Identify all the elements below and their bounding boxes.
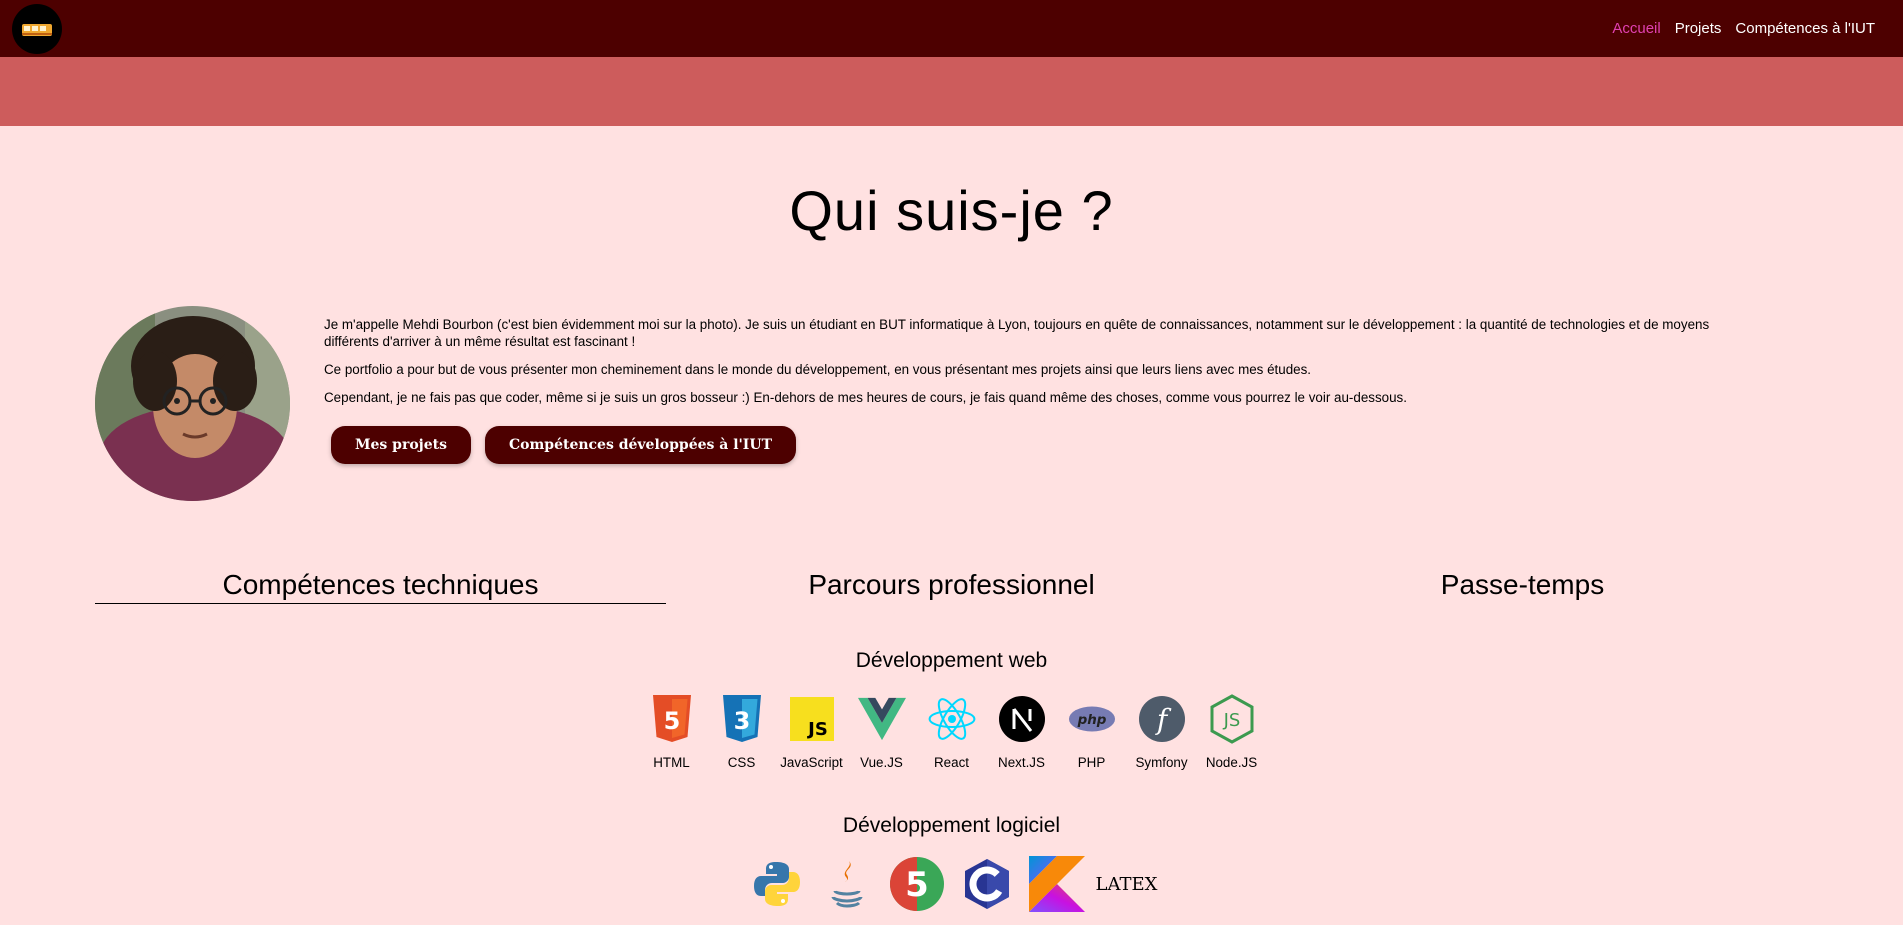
html5-icon: 5 <box>648 695 696 743</box>
bus-logo-icon[interactable] <box>12 4 62 54</box>
nodejs-icon: JS <box>1208 694 1256 744</box>
svg-text:5: 5 <box>905 865 929 905</box>
skill-label: HTML <box>653 755 690 770</box>
skill-label: PHP <box>1077 755 1106 770</box>
java-icon <box>819 856 875 912</box>
software-skills: 5 LATEX <box>0 856 1903 912</box>
skill-label: CSS <box>727 755 756 770</box>
skill-python <box>742 856 812 912</box>
skill-node: JS Node.JS <box>1197 694 1267 770</box>
banner <box>0 57 1903 126</box>
tab-competences-techniques[interactable]: Compétences techniques <box>95 565 666 604</box>
software-dev-title: Développement logiciel <box>842 814 1061 837</box>
intro-paragraph: Ce portfolio a pour but de vous présente… <box>324 362 1312 377</box>
skill-vue: Vue.JS <box>847 695 917 770</box>
latex-icon: LATEX <box>1095 856 1158 912</box>
skill-label: Symfony <box>1135 755 1188 770</box>
intro-paragraph: Cependant, je ne fais pas que coder, mêm… <box>324 390 1407 405</box>
skill-html: 5 HTML <box>637 695 707 770</box>
nav-link-projets[interactable]: Projets <box>1675 20 1722 37</box>
skill-react: React <box>917 695 987 770</box>
skill-javascript: JS JavaScript <box>777 695 847 770</box>
nextjs-icon <box>998 695 1046 743</box>
competences-iut-button[interactable]: Compétences développées à l'IUT <box>484 426 796 464</box>
mes-projets-button[interactable]: Mes projets <box>331 426 471 464</box>
intro-text: Je m'appelle Mehdi Bourbon (c'est bien é… <box>324 316 1764 417</box>
nav-link-accueil[interactable]: Accueil <box>1612 20 1660 37</box>
lua5-icon: 5 <box>889 856 945 912</box>
nav-link-competences[interactable]: Compétences à l'IUT <box>1735 20 1875 37</box>
nav-links: Accueil Projets Compétences à l'IUT <box>1612 0 1875 57</box>
tab-parcours-professionnel[interactable]: Parcours professionnel <box>666 565 1237 603</box>
skill-kotlin <box>1022 856 1092 912</box>
page-title: Qui suis-je ? <box>789 179 1114 242</box>
svg-text:php: php <box>1076 713 1106 728</box>
skill-label: JavaScript <box>780 755 843 770</box>
intro-paragraph: Je m'appelle Mehdi Bourbon (c'est bien é… <box>324 317 1710 349</box>
vuejs-icon <box>857 695 906 743</box>
css3-icon: 3 <box>718 695 766 743</box>
skill-symfony: f Symfony <box>1127 695 1197 770</box>
skill-php: php PHP <box>1057 695 1127 770</box>
hero-buttons: Mes projets Compétences développées à l'… <box>331 426 796 464</box>
web-skills: 5 HTML 3 CSS JS JavaScript Vue.JS React … <box>0 694 1903 770</box>
kotlin-icon <box>1028 856 1085 912</box>
web-dev-title: Développement web <box>855 649 1048 672</box>
svg-text:JS: JS <box>1222 710 1240 731</box>
svg-text:3: 3 <box>733 707 750 735</box>
c-icon <box>959 856 1015 912</box>
skill-latex: LATEX <box>1092 856 1162 912</box>
skill-label: Vue.JS <box>860 755 903 770</box>
section-tabs: Compétences techniques Parcours professi… <box>95 565 1808 605</box>
latex-text: LATEX <box>1095 873 1158 895</box>
svg-text:JS: JS <box>806 719 828 740</box>
react-icon <box>928 695 976 743</box>
skill-label: React <box>934 755 969 770</box>
skill-next: Next.JS <box>987 695 1057 770</box>
javascript-icon: JS <box>788 695 836 743</box>
skill-java <box>812 856 882 912</box>
symfony-icon: f <box>1138 695 1186 743</box>
skill-css: 3 CSS <box>707 695 777 770</box>
skill-label: Node.JS <box>1205 755 1258 770</box>
python-icon <box>749 856 805 912</box>
svg-text:5: 5 <box>663 707 680 735</box>
profile-photo <box>95 306 290 501</box>
navbar: Accueil Projets Compétences à l'IUT <box>0 0 1903 57</box>
skill-lua: 5 <box>882 856 952 912</box>
skill-label: Next.JS <box>998 755 1045 770</box>
php-icon: php <box>1068 695 1116 743</box>
tab-passe-temps[interactable]: Passe-temps <box>1237 565 1808 603</box>
skill-c <box>952 856 1022 912</box>
